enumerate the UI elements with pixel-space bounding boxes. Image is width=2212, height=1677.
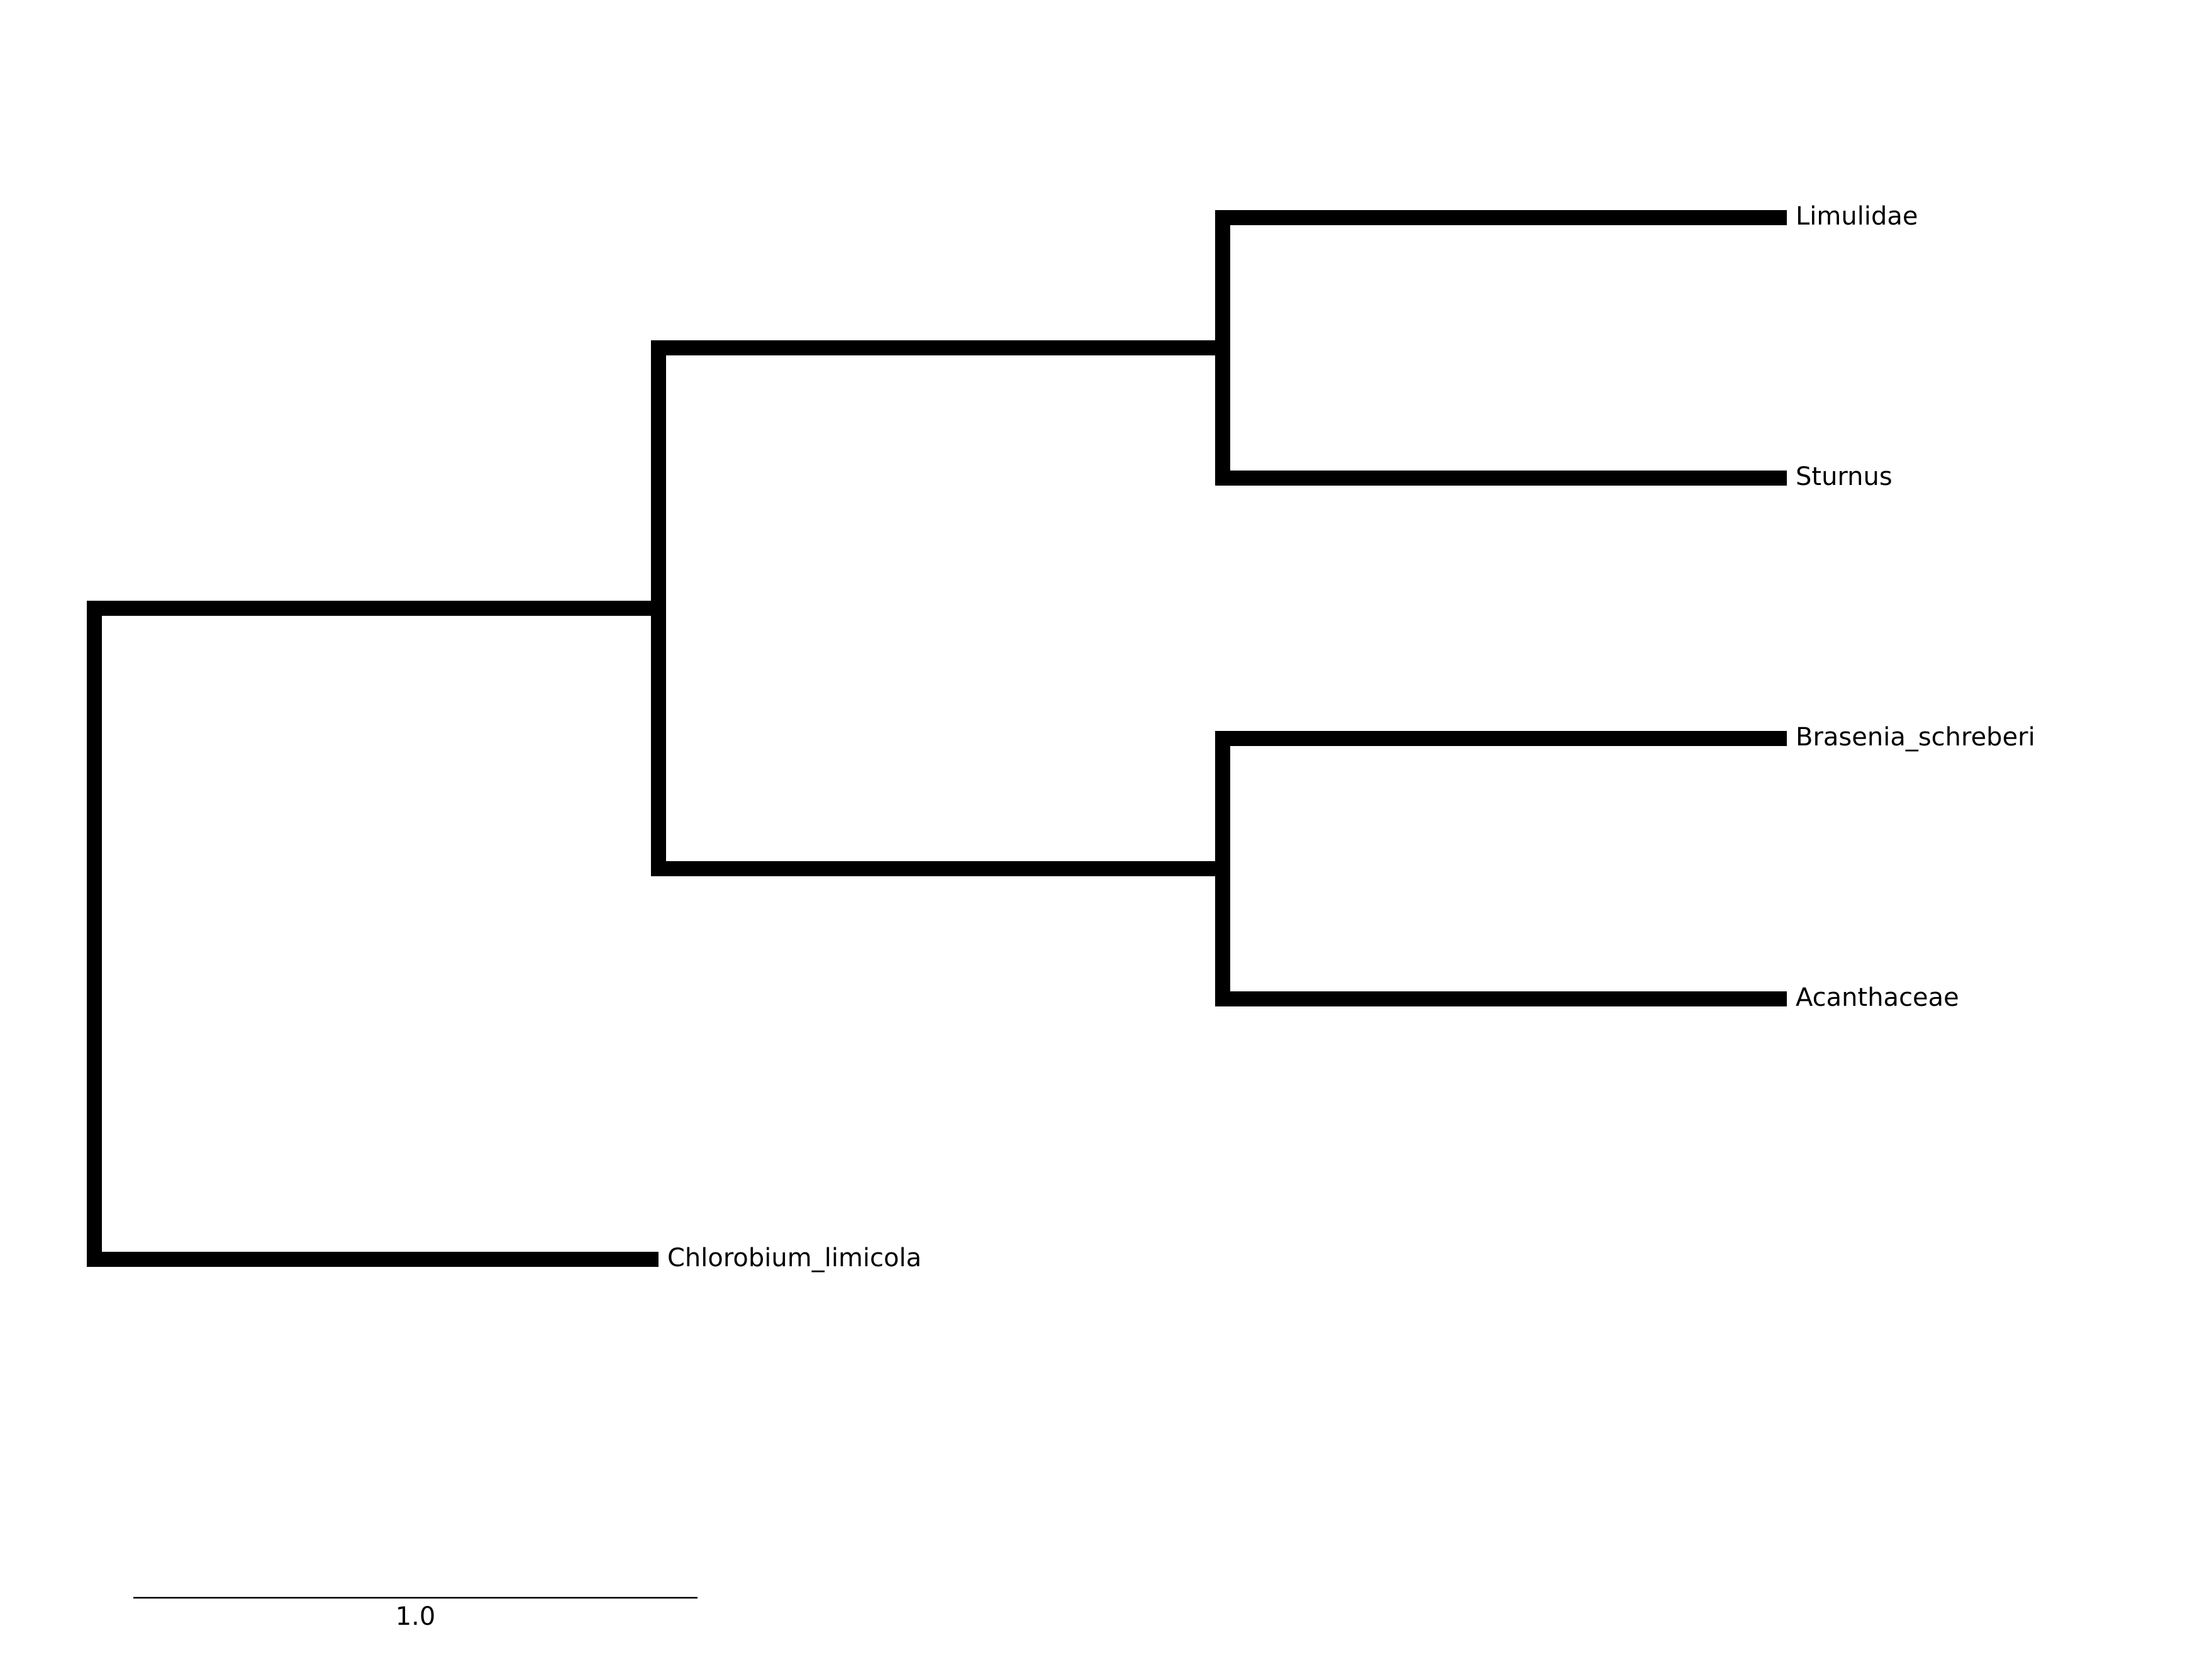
- tree-branches: [87, 210, 1787, 1267]
- tip-label: Acanthaceae: [1796, 983, 1959, 1012]
- scale-bar: 1.0: [133, 1596, 698, 1631]
- tip-label: Chlorobium_limicola: [667, 1244, 921, 1273]
- tip-label: Brasenia_schreberi: [1796, 723, 2035, 752]
- tip-label: Sturnus: [1796, 462, 1892, 491]
- scale-bar-label: 1.0: [396, 1602, 436, 1631]
- phylogenetic-tree: Limulidae Sturnus Brasenia_schreberi Acanth…: [87, 202, 2035, 1631]
- tip-label: Limulidae: [1796, 202, 1918, 231]
